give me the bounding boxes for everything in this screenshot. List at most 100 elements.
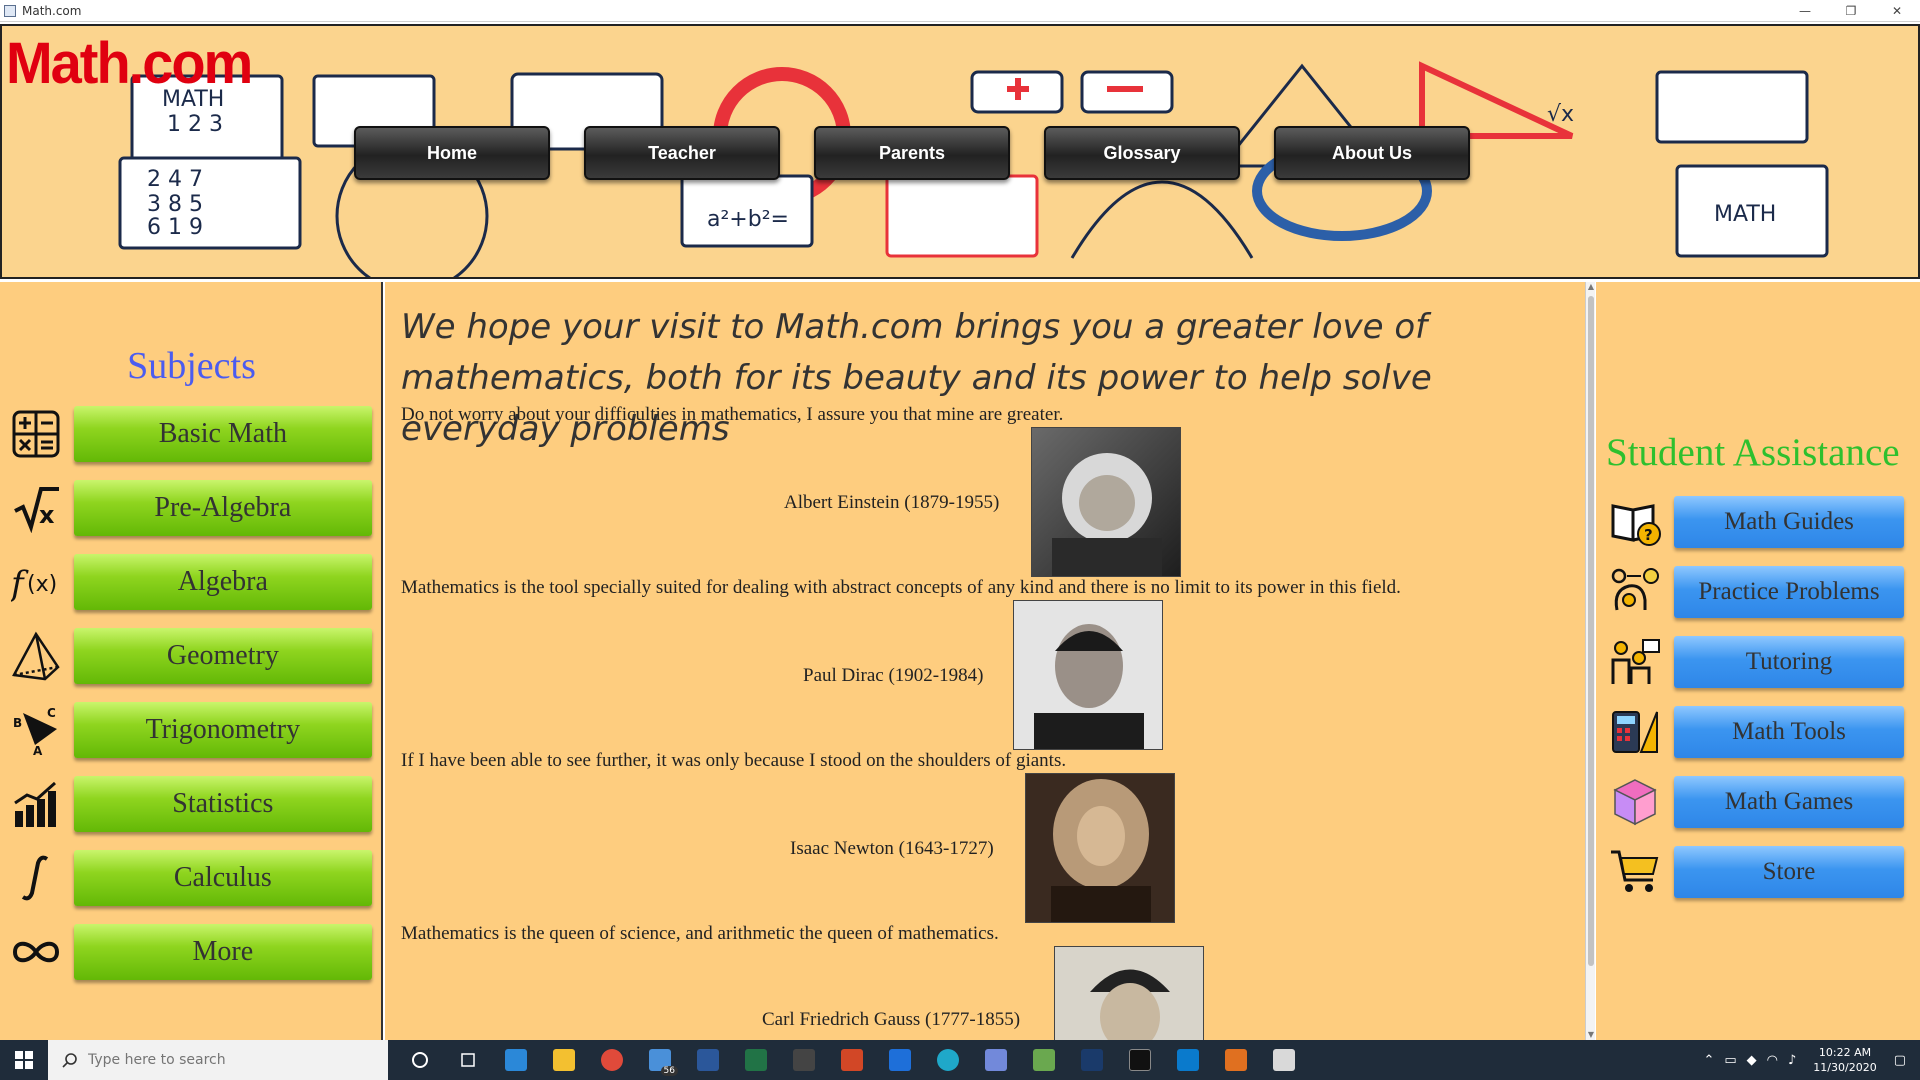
tray-chevron-icon[interactable]: ⌃ xyxy=(1703,1053,1714,1068)
tutor-icon xyxy=(1608,635,1662,689)
newton-portrait xyxy=(1025,773,1175,923)
cortana-icon[interactable] xyxy=(396,1040,444,1080)
operators-icon xyxy=(8,406,64,462)
tutoring-button[interactable]: Tutoring xyxy=(1674,636,1904,688)
trigonometry-button[interactable]: Trigonometry xyxy=(73,702,372,758)
excel-icon[interactable] xyxy=(732,1040,780,1080)
powerpoint-icon[interactable] xyxy=(828,1040,876,1080)
restore-button[interactable]: ❐ xyxy=(1828,0,1874,22)
minimize-button[interactable]: — xyxy=(1782,0,1828,22)
mail-icon[interactable]: 56 xyxy=(636,1040,684,1080)
einstein-portrait xyxy=(1031,427,1181,577)
brain-gears-icon xyxy=(1608,565,1662,619)
nav-about-us-button[interactable]: About Us xyxy=(1274,126,1470,180)
main-content: We hope your visit to Math.com brings yo… xyxy=(385,282,1585,1040)
terminal-icon[interactable] xyxy=(1116,1040,1164,1080)
student-assistance-heading: Student Assistance xyxy=(1606,431,1900,474)
subject-row-algebra: f (x) Algebra xyxy=(8,552,372,612)
algebra-button[interactable]: Algebra xyxy=(73,554,372,610)
bluetooth-icon[interactable] xyxy=(876,1040,924,1080)
svg-text:6 1 9: 6 1 9 xyxy=(147,215,203,240)
svg-text:1 2 3: 1 2 3 xyxy=(167,112,223,137)
close-button[interactable]: ✕ xyxy=(1874,0,1920,22)
taskbar-clock[interactable]: 10:22 AM 11/30/2020 xyxy=(1813,1045,1876,1075)
taskbar-search[interactable] xyxy=(48,1040,388,1080)
math-tools-button[interactable]: Math Tools xyxy=(1674,706,1904,758)
scroll-thumb[interactable] xyxy=(1588,296,1594,966)
quote-author: Carl Friedrich Gauss (1777-1855) xyxy=(762,1009,1021,1030)
vscode-icon[interactable] xyxy=(1164,1040,1212,1080)
quote-text: If I have been able to see further, it w… xyxy=(401,750,1067,771)
main-nav: Home Teacher Parents Glossary About Us xyxy=(354,126,1470,180)
app-cube-icon[interactable] xyxy=(1020,1040,1068,1080)
clock-time: 10:22 AM xyxy=(1818,1046,1872,1059)
quote-text: Mathematics is the tool specially suited… xyxy=(401,577,1401,598)
infinity-icon xyxy=(8,924,64,980)
battery-icon[interactable]: ▭ xyxy=(1724,1053,1736,1068)
square-root-icon: x xyxy=(8,480,64,536)
svg-text:√x: √x xyxy=(1547,102,1574,127)
wifi-icon[interactable]: ◠ xyxy=(1767,1053,1778,1068)
nav-parents-button[interactable]: Parents xyxy=(814,126,1010,180)
quote-author: Isaac Newton (1643-1727) xyxy=(790,838,994,859)
pyramid-icon xyxy=(8,628,64,684)
windows-logo-icon xyxy=(15,1051,33,1069)
rubiks-cube-icon xyxy=(1608,775,1662,829)
window-title: Math.com xyxy=(22,3,82,18)
subject-row-pre-algebra: x Pre-Algebra xyxy=(8,478,372,538)
volume-icon[interactable]: ♪ xyxy=(1788,1053,1796,1068)
assist-row-math-tools: Math Tools xyxy=(1608,704,1908,760)
scroll-up-icon[interactable]: ▲ xyxy=(1586,282,1596,292)
geometry-button[interactable]: Geometry xyxy=(73,628,372,684)
shopping-cart-icon xyxy=(1608,845,1662,899)
nav-glossary-button[interactable]: Glossary xyxy=(1044,126,1240,180)
quote-author: Paul Dirac (1902-1984) xyxy=(803,665,984,686)
dropbox-icon[interactable]: ◆ xyxy=(1747,1053,1757,1068)
svg-text:3 8 5: 3 8 5 xyxy=(147,192,203,217)
app-orange-icon[interactable] xyxy=(1212,1040,1260,1080)
clock-date: 11/30/2020 xyxy=(1813,1061,1877,1074)
task-view-icon[interactable] xyxy=(444,1040,492,1080)
mail-badge: 56 xyxy=(660,1066,678,1076)
basic-math-button[interactable]: Basic Math xyxy=(73,406,372,462)
subject-row-calculus: Calculus xyxy=(8,848,372,908)
word-icon[interactable] xyxy=(684,1040,732,1080)
subjects-heading: Subjects xyxy=(127,345,256,387)
app-nk-icon[interactable] xyxy=(1068,1040,1116,1080)
header-banner: MATH 1 2 3 2 4 73 8 56 1 9 a²+b²= √x MATH… xyxy=(0,24,1920,279)
discord-icon[interactable] xyxy=(972,1040,1020,1080)
windows-taskbar: 56 ⌃ ▭ ◆ ◠ ♪ 10:22 AM 11/30/2020 ▢ xyxy=(0,1040,1920,1080)
calculus-button[interactable]: Calculus xyxy=(73,850,372,906)
assist-row-math-guides: ? Math Guides xyxy=(1608,494,1908,550)
pre-algebra-button[interactable]: Pre-Algebra xyxy=(73,480,372,536)
edge-legacy-icon[interactable] xyxy=(492,1040,540,1080)
math-games-button[interactable]: Math Games xyxy=(1674,776,1904,828)
book-question-icon: ? xyxy=(1608,495,1662,549)
java-app-icon[interactable] xyxy=(1260,1040,1308,1080)
triangle-abc-icon: B C A xyxy=(8,702,64,758)
file-explorer-icon[interactable] xyxy=(540,1040,588,1080)
statistics-button[interactable]: Statistics xyxy=(73,776,372,832)
store-button[interactable]: Store xyxy=(1674,846,1904,898)
main-scrollbar[interactable]: ▲ ▼ xyxy=(1585,282,1595,1040)
search-input[interactable] xyxy=(88,1052,368,1068)
nav-home-button[interactable]: Home xyxy=(354,126,550,180)
svg-text:a²+b²=: a²+b²= xyxy=(707,207,789,232)
practice-problems-button[interactable]: Practice Problems xyxy=(1674,566,1904,618)
svg-text:(x): (x) xyxy=(27,572,57,597)
math-guides-button[interactable]: Math Guides xyxy=(1674,496,1904,548)
site-logo[interactable]: Math.com xyxy=(6,28,253,96)
chrome-icon[interactable] xyxy=(588,1040,636,1080)
gauss-portrait xyxy=(1054,946,1204,1040)
more-button[interactable]: More xyxy=(73,924,372,980)
edge-icon[interactable] xyxy=(924,1040,972,1080)
svg-text:B: B xyxy=(13,716,22,730)
scroll-down-icon[interactable]: ▼ xyxy=(1586,1030,1596,1040)
svg-text:A: A xyxy=(33,744,43,755)
start-button[interactable] xyxy=(0,1040,48,1080)
nav-teacher-button[interactable]: Teacher xyxy=(584,126,780,180)
notifications-icon[interactable]: ▢ xyxy=(1894,1053,1906,1068)
app-flame-icon[interactable] xyxy=(780,1040,828,1080)
student-assistance-sidebar: Student Assistance ? Math Guides Practic… xyxy=(1596,282,1920,1040)
taskbar-apps: 56 xyxy=(396,1040,1308,1080)
